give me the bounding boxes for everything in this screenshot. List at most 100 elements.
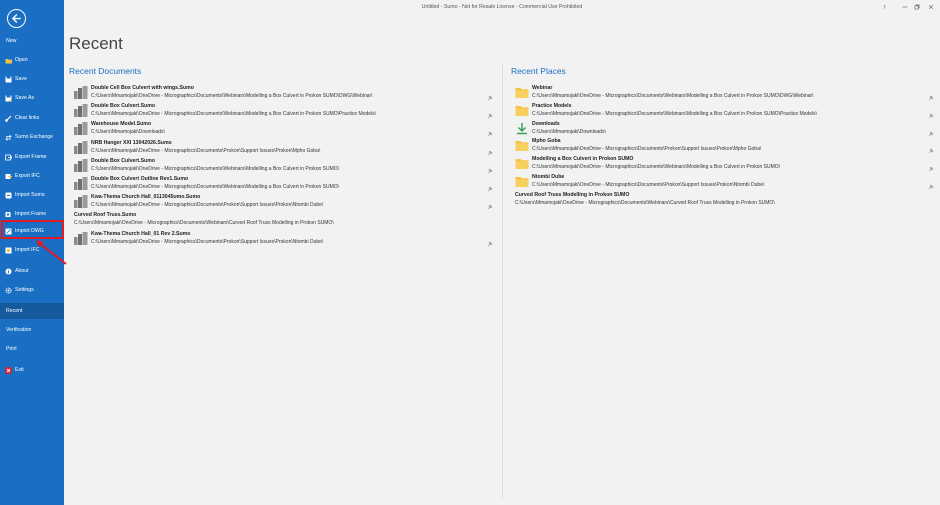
sidebar-item-label: Print (6, 346, 17, 352)
recent-document-item[interactable]: Curved Roof Truss.Sumo C:\Users\Mmamojaki… (74, 212, 497, 230)
recent-place-item[interactable]: Ntombi Dube C:\Users\Mmamojaki\OneDrive -… (515, 174, 938, 192)
place-name: Ntombi Dube (532, 174, 565, 180)
download-icon (515, 122, 529, 135)
folder-icon (5, 57, 12, 64)
document-name: Kwa-Thema Church Hall_01 Rev 2.Sumo (91, 230, 191, 237)
recent-place-item[interactable]: Webinar C:\Users\Mmamojaki\OneDrive - Mic… (515, 85, 938, 103)
restore-icon (914, 4, 920, 10)
sidebar-item-new[interactable]: New (0, 33, 64, 49)
place-path: C:\Users\Mmamojaki\OneDrive - Micrograph… (515, 199, 775, 206)
sidebar-item-import-sumo[interactable]: Import Sumo (0, 187, 64, 203)
sidebar-item-label: About (15, 268, 29, 274)
sidebar-item-sumo-exchange[interactable]: Sumo Exchange (0, 129, 64, 145)
pin-icon[interactable] (487, 197, 493, 210)
recent-document-item[interactable]: Double Box Culvert.Sumo C:\Users\Mmamojak… (74, 158, 497, 176)
pin-icon[interactable] (487, 106, 493, 119)
sidebar-item-label: New (6, 38, 17, 44)
document-path: C:\Users\Mmamojaki\OneDrive - Micrograph… (91, 147, 321, 154)
pin-icon[interactable] (487, 161, 493, 174)
document-icon (74, 177, 88, 190)
sidebar-item-save-as[interactable]: Save As (0, 90, 64, 106)
sidebar-item-verification[interactable]: Verification (0, 322, 64, 338)
export-frame-icon (5, 154, 12, 161)
document-name: Kwa-Thema Church Hall_0113045umo.Sumo (91, 194, 201, 201)
document-path: C:\Users\Mmamojaki\OneDrive - Micrograph… (91, 165, 340, 172)
recent-documents-heading: Recent Documents (69, 66, 142, 76)
sidebar-item-export-ifc[interactable]: Export IFC (0, 168, 64, 184)
recent-place-item[interactable]: Mpho Goba C:\Users\Mmamojaki\OneDrive - M… (515, 138, 938, 156)
document-icon (74, 231, 88, 245)
recent-place-item[interactable]: Downloads C:\Users\Mmamojaki\Downloads\ (515, 121, 938, 139)
sidebar-item-recent[interactable]: Recent (0, 303, 64, 319)
save-icon (5, 76, 12, 83)
place-path: C:\Users\Mmamojaki\OneDrive - Micrograph… (532, 110, 817, 117)
place-name: Downloads (532, 120, 560, 127)
document-name: NRB Hanger XXI 13042026.Sumo (91, 139, 172, 146)
sidebar-item-settings[interactable]: Settings (0, 282, 64, 298)
recent-document-item[interactable]: Double Cell Box Culvert with wings.Sumo C… (74, 85, 497, 103)
restore-button[interactable] (912, 2, 922, 12)
sidebar-item-label: Verification (6, 327, 32, 333)
place-name: Modelling a Box Culvert in Prokon SUMO (532, 156, 634, 163)
pin-icon[interactable] (928, 141, 934, 154)
document-icon (74, 122, 88, 136)
import-sumo-icon (5, 192, 12, 199)
sidebar-item-print[interactable]: Print (0, 341, 64, 357)
recent-place-item[interactable]: Practice Models C:\Users\Mmamojaki\OneDri… (515, 103, 938, 121)
help-button[interactable]: ? (880, 2, 890, 12)
annotation-arrow (36, 240, 67, 265)
app-window: New Open Save Save As Clear links Sumo Exchan… (0, 0, 940, 505)
minimize-icon (902, 6, 908, 8)
sidebar-item-label: Save As (15, 95, 35, 101)
export-ifc-icon (5, 173, 12, 180)
svg-text:?: ? (883, 5, 886, 10)
recent-place-item[interactable]: Curved Roof Truss Modelling in Prokon SU… (515, 192, 938, 210)
place-name: Curved Roof Truss Modelling in Prokon SU… (515, 191, 630, 198)
recent-document-item[interactable]: Double Box Culvert.Sumo C:\Users\Mmamojak… (74, 103, 497, 121)
recent-document-item[interactable]: Kwa-Thema Church Hall_01 Rev 2.Sumo C:\Us… (74, 231, 497, 249)
pin-icon[interactable] (487, 88, 493, 101)
back-button[interactable] (7, 9, 26, 28)
recent-document-item[interactable]: Double Box Culvert Outline Rev1.Sumo C:\U… (74, 176, 497, 194)
pin-icon[interactable] (487, 143, 493, 155)
pin-icon[interactable] (487, 179, 493, 192)
sidebar-item-label: Save (15, 76, 27, 82)
folder-icon (515, 86, 529, 99)
place-path: C:\Users\Mmamojaki\OneDrive - Micrograph… (532, 182, 765, 188)
pin-icon[interactable] (928, 159, 934, 172)
exit-icon (5, 366, 12, 374)
window-title: Untitled - Sumo - Not for Resale License… (421, 4, 583, 10)
sidebar-item-label: Exit (15, 367, 24, 373)
sidebar-item-label: Open (15, 57, 28, 63)
pin-icon[interactable] (928, 177, 934, 190)
gear-icon (5, 286, 12, 294)
recent-document-item[interactable]: NRB Hanger XXI 13042026.Sumo C:\Users\Mma… (74, 140, 497, 158)
document-path: C:\Users\Mmamojaki\OneDrive - Micrograph… (91, 111, 376, 118)
recent-document-item[interactable]: Kwa-Thema Church Hall_0113045umo.Sumo C:\… (74, 194, 497, 212)
document-icon (74, 140, 88, 154)
minimize-button[interactable] (900, 2, 910, 12)
sidebar-item-clear-links[interactable]: Clear links (0, 110, 64, 126)
document-path: C:\Users\Mmamojaki\OneDrive - Micrograph… (91, 238, 324, 245)
info-icon (5, 268, 12, 275)
document-icon (74, 104, 88, 118)
recent-places-heading: Recent Places (511, 66, 566, 76)
sidebar-item-export-frame[interactable]: Export Frame (0, 149, 64, 165)
sidebar-item-save[interactable]: Save (0, 71, 64, 87)
close-button[interactable] (926, 2, 936, 12)
document-name: Warehouse Model.Sumo (91, 121, 152, 128)
page-title: Recent (69, 34, 123, 53)
pin-icon[interactable] (928, 106, 934, 119)
recent-place-item[interactable]: Modelling a Box Culvert in Prokon SUMO C:… (515, 156, 938, 174)
sidebar-item-open[interactable]: Open (0, 52, 64, 68)
sidebar-item-exit[interactable]: Exit (0, 362, 64, 378)
recent-document-item[interactable]: Warehouse Model.Sumo C:\Users\Mmamojaki\D… (74, 121, 497, 139)
close-icon (928, 4, 934, 10)
document-path: C:\Users\Mmamojaki\OneDrive - Micrograph… (91, 93, 373, 99)
document-name: Curved Roof Truss.Sumo (74, 212, 137, 219)
pin-icon[interactable] (928, 124, 934, 136)
pin-icon[interactable] (928, 88, 934, 101)
pin-icon[interactable] (487, 124, 493, 137)
backstage-sidebar: New Open Save Save As Clear links Sumo Exchan… (0, 0, 67, 505)
pin-icon[interactable] (487, 234, 493, 246)
